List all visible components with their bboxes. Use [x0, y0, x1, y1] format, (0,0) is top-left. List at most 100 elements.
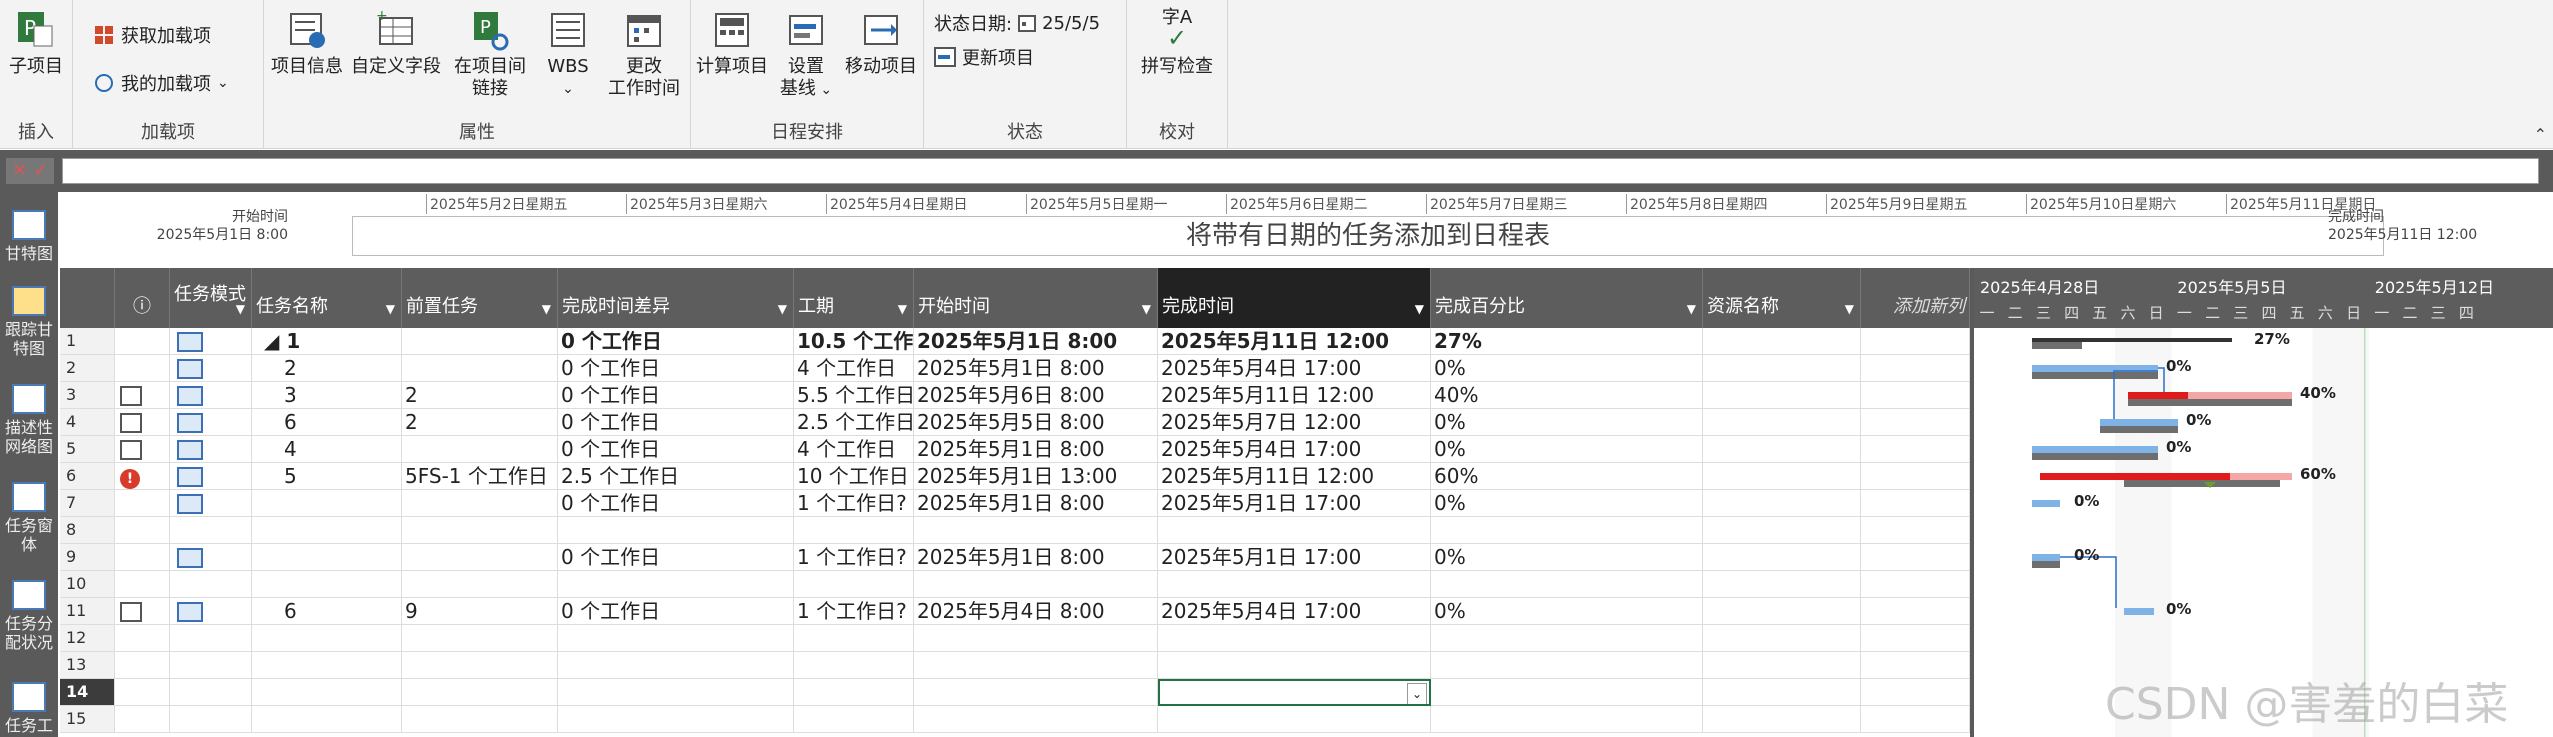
cell-pred[interactable] [402, 517, 558, 544]
critical-task-bar[interactable] [2230, 473, 2292, 480]
cell-ind[interactable] [115, 355, 170, 382]
table-row[interactable]: 15 [60, 706, 1970, 733]
cell-mode[interactable] [170, 328, 252, 355]
cell-dur[interactable] [794, 679, 914, 706]
custom-fields-button[interactable]: + 自定义字段 [350, 8, 442, 78]
cell-name[interactable] [252, 679, 402, 706]
cell-resource[interactable] [1703, 436, 1861, 463]
cell-slack[interactable] [558, 679, 794, 706]
cell-finish[interactable]: 2025年5月1日 17:00 [1158, 544, 1431, 571]
cell-mode[interactable] [170, 517, 252, 544]
cell-dur[interactable]: 10.5 个工作 [794, 328, 914, 355]
subproject-button[interactable]: P 子项目 [4, 8, 68, 78]
header-resource-names[interactable]: 资源名称 ▼ [1703, 268, 1861, 328]
project-info-button[interactable]: 项目信息 [270, 8, 344, 78]
table-row[interactable]: 13 [60, 652, 1970, 679]
baseline-bar[interactable] [2032, 561, 2060, 568]
baseline-bar[interactable] [2032, 372, 2158, 379]
cell-pred[interactable]: 9 [402, 598, 558, 625]
cell-start[interactable]: 2025年5月1日 8:00 [914, 355, 1158, 382]
cell-ind[interactable] [115, 598, 170, 625]
cell-name[interactable]: 3 [252, 382, 402, 409]
wbs-button[interactable]: WBS ⌄ [538, 8, 598, 100]
cell-add[interactable] [1861, 328, 1970, 355]
cell-add[interactable] [1861, 355, 1970, 382]
baseline-bar[interactable] [2124, 480, 2280, 487]
cell-name[interactable] [252, 571, 402, 598]
cell-start[interactable] [914, 706, 1158, 733]
baseline-bar[interactable] [2032, 453, 2158, 460]
cell-pred[interactable] [402, 679, 558, 706]
cancel-entry-icon[interactable]: ✕ ✓ [6, 158, 54, 184]
cell-dur[interactable]: 1 个工作日? [794, 490, 914, 517]
cell-slack[interactable]: 2.5 个工作日 [558, 463, 794, 490]
cell-slack[interactable]: 0 个工作日 [558, 382, 794, 409]
cell-dur[interactable] [794, 706, 914, 733]
cell-start[interactable]: 2025年5月5日 8:00 [914, 409, 1158, 436]
cell-ind[interactable] [115, 436, 170, 463]
task-bar[interactable] [2124, 608, 2154, 615]
cell-add[interactable] [1861, 652, 1970, 679]
header-predecessors[interactable]: 前置任务 ▼ [402, 268, 558, 328]
view-task-usage[interactable]: 任务分配状况 [0, 580, 58, 652]
cell-finish[interactable]: 2025年5月11日 12:00 [1158, 382, 1431, 409]
cell-mode[interactable] [170, 598, 252, 625]
baseline-bar[interactable] [2100, 426, 2178, 433]
move-project-button[interactable]: 移动项目 [841, 8, 921, 78]
table-row[interactable]: 2 2 0 个工作日 4 个工作日 2025年5月1日 8:00 2025年5月4日 17… [60, 355, 1970, 382]
header-percent-complete[interactable]: 完成百分比 ▼ [1431, 268, 1703, 328]
cell-dur[interactable]: 1 个工作日? [794, 598, 914, 625]
cell-mode[interactable] [170, 409, 252, 436]
cell-add[interactable] [1861, 598, 1970, 625]
table-row[interactable]: 12 [60, 625, 1970, 652]
cell-name[interactable] [252, 490, 402, 517]
view-tracking-gantt[interactable]: 跟踪甘特图 [0, 286, 58, 358]
cell-finish[interactable] [1158, 517, 1431, 544]
baseline-bar[interactable] [2128, 399, 2292, 406]
cell-finish[interactable] [1158, 625, 1431, 652]
cell-mode[interactable] [170, 679, 252, 706]
cell-slack[interactable] [558, 652, 794, 679]
cell-dur[interactable]: 4 个工作日 [794, 436, 914, 463]
cell-dur[interactable] [794, 517, 914, 544]
cell-pct[interactable] [1431, 652, 1703, 679]
cell-resource[interactable] [1703, 652, 1861, 679]
cell-pct[interactable]: 40% [1431, 382, 1703, 409]
header-duration[interactable]: 工期 ▼ [794, 268, 914, 328]
cell-mode[interactable] [170, 544, 252, 571]
cell-dur[interactable]: 2.5 个工作日 [794, 409, 914, 436]
task-bar[interactable] [2032, 554, 2060, 561]
cell-add[interactable] [1861, 382, 1970, 409]
cell-add[interactable] [1861, 436, 1970, 463]
cell-mode[interactable] [170, 382, 252, 409]
cell-start[interactable]: 2025年5月1日 8:00 [914, 544, 1158, 571]
cell-mode[interactable] [170, 436, 252, 463]
cell-slack[interactable] [558, 517, 794, 544]
timeline-placeholder[interactable]: 将带有日期的任务添加到日程表 [352, 216, 2384, 256]
cell-ind[interactable] [115, 679, 170, 706]
cell-slack[interactable]: 0 个工作日 [558, 436, 794, 463]
cell-pct[interactable] [1431, 517, 1703, 544]
critical-progress-bar[interactable] [2040, 473, 2230, 480]
cell-resource[interactable] [1703, 679, 1861, 706]
cell-name[interactable]: 2 [252, 355, 402, 382]
header-start[interactable]: 开始时间 ▼ [914, 268, 1158, 328]
cell-slack[interactable] [558, 625, 794, 652]
cell-pred[interactable] [402, 355, 558, 382]
table-row[interactable]: 7 0 个工作日 1 个工作日? 2025年5月1日 8:00 2025年5月1日 17… [60, 490, 1970, 517]
view-network-diagram[interactable]: 描述性网络图 [0, 384, 58, 456]
cell-dur[interactable]: 1 个工作日? [794, 544, 914, 571]
cell-name[interactable] [252, 625, 402, 652]
table-row[interactable]: 4 620 个工作日 2.5 个工作日 2025年5月5日 8:00 2025年5月7日… [60, 409, 1970, 436]
cell-resource[interactable] [1703, 544, 1861, 571]
table-row[interactable]: 1 ◢ 1 0 个工作日 10.5 个工作 2025年5月1日 8:00 2025年5月1… [60, 328, 1970, 355]
cell-finish[interactable] [1158, 706, 1431, 733]
cell-name[interactable]: ◢ 1 [252, 328, 402, 355]
cell-start[interactable] [914, 571, 1158, 598]
task-bar[interactable] [2032, 446, 2158, 453]
cell-pred[interactable] [402, 571, 558, 598]
cell-slack[interactable] [558, 706, 794, 733]
cell-pred[interactable]: 2 [402, 382, 558, 409]
cell-ind[interactable] [115, 328, 170, 355]
cell-slack[interactable]: 0 个工作日 [558, 544, 794, 571]
